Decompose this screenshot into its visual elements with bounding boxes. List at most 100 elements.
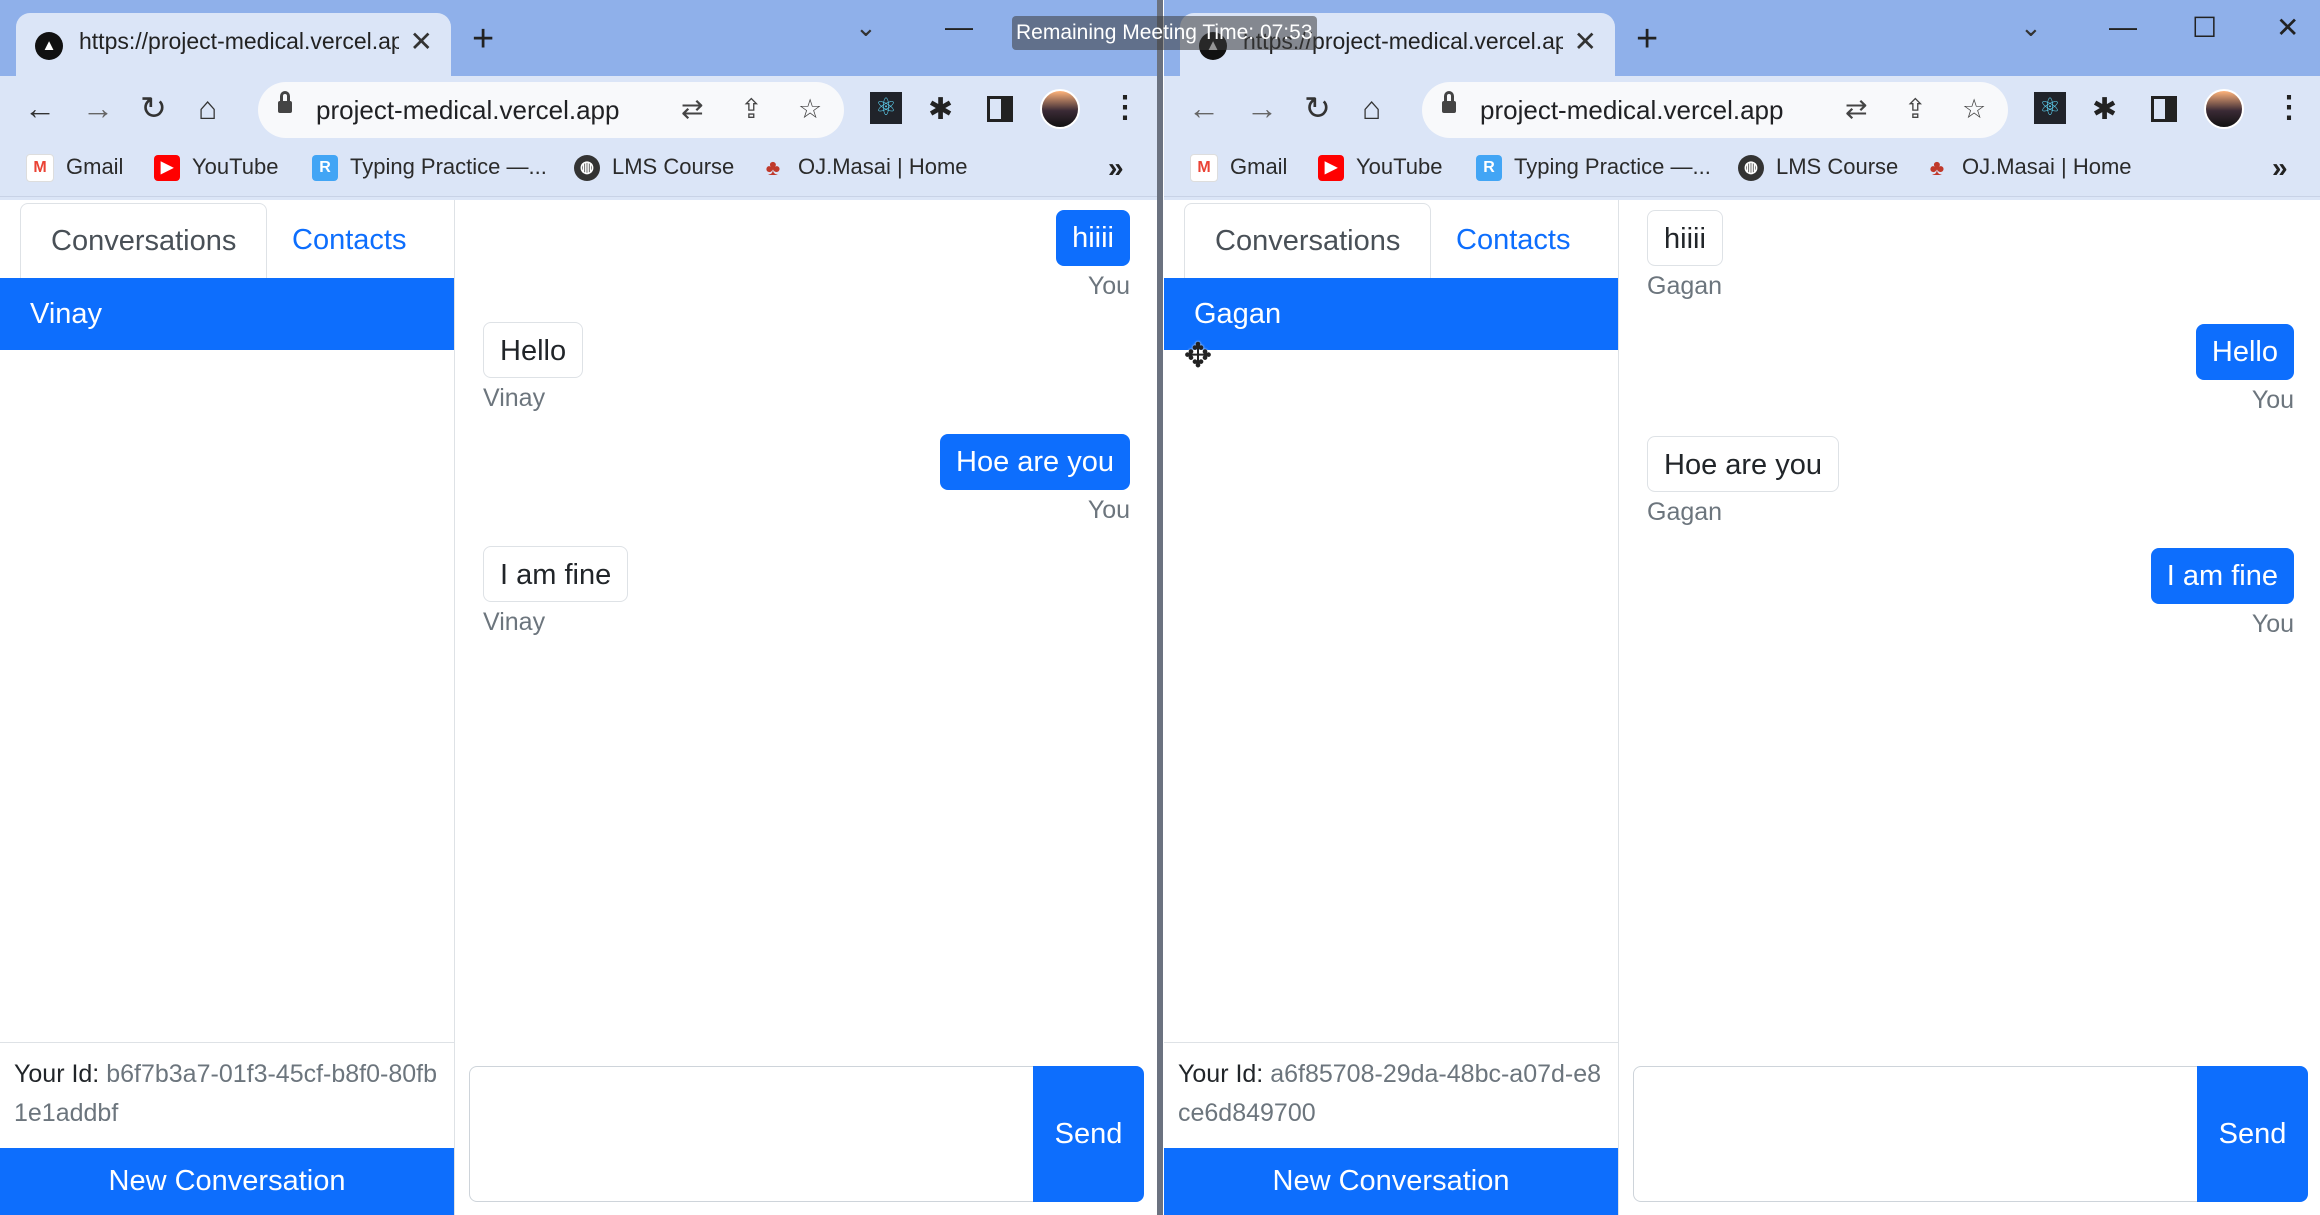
close-window-icon[interactable]: ✕: [2276, 11, 2299, 44]
back-icon[interactable]: ←: [1188, 90, 1220, 126]
browser-tab[interactable]: ▲ https://project-medical.vercel.app ✕: [16, 13, 451, 76]
message-row: Hello You: [2195, 324, 2294, 415]
window-divider: [1157, 0, 1163, 1215]
your-id-panel: Your Id: b6f7b3a7-01f3-45cf-b8f0-80fb1e1…: [0, 1042, 454, 1148]
new-tab-button[interactable]: +: [472, 20, 494, 58]
bookmark-youtube[interactable]: ▶ YouTube: [1318, 154, 1443, 182]
message-sender: You: [1087, 272, 1130, 300]
side-panel-icon[interactable]: [2151, 96, 2177, 122]
bookmark-gmail[interactable]: M Gmail: [1190, 154, 1288, 183]
tab-conversations[interactable]: Conversations: [20, 203, 268, 279]
home-icon[interactable]: ⌂: [198, 90, 217, 126]
sidebar: Conversations Contacts Vinay Your Id: b6…: [0, 200, 455, 1215]
bookmark-gmail[interactable]: M Gmail: [26, 154, 123, 183]
message-bubble: Hello: [2195, 324, 2294, 380]
message-bubble: Hoe are you: [940, 434, 1130, 490]
message-row: Hoe are you You: [940, 434, 1130, 525]
minimize-icon[interactable]: —: [945, 11, 973, 43]
bookmark-lms-course[interactable]: ◍ LMS Course: [574, 154, 734, 182]
reload-icon[interactable]: ↻: [140, 90, 167, 126]
browser-window-right: ▲ https://project-medical.vercel.app ✕ +…: [1164, 0, 2320, 1215]
message-bubble: Hoe are you: [1647, 436, 1839, 492]
tab-strip: ▲ https://project-medical.vercel.app ✕ +…: [0, 0, 1160, 76]
lock-icon: [278, 91, 292, 115]
minimize-icon[interactable]: —: [2109, 11, 2137, 43]
profile-avatar[interactable]: [1040, 89, 1080, 129]
close-tab-icon[interactable]: ✕: [410, 25, 433, 58]
compose-area: Send: [1633, 1066, 2308, 1202]
react-devtools-icon[interactable]: ⚛: [2034, 92, 2066, 124]
extensions-puzzle-icon[interactable]: ✱: [2092, 92, 2117, 127]
side-panel-icon[interactable]: [987, 96, 1013, 122]
globe-icon: ◍: [574, 155, 600, 182]
reload-icon[interactable]: ↻: [1304, 90, 1331, 126]
bookmark-typing-practice[interactable]: R Typing Practice —...: [1476, 154, 1711, 182]
home-icon[interactable]: ⌂: [1362, 90, 1381, 126]
bookmark-youtube[interactable]: ▶ YouTube: [154, 154, 278, 182]
message-bubble: Hello: [483, 322, 584, 378]
your-id-label: Your Id:: [14, 1060, 100, 1088]
bookmark-label: Typing Practice —...: [1514, 154, 1711, 179]
send-button[interactable]: Send: [2197, 1066, 2308, 1202]
message-sender: You: [2251, 386, 2294, 414]
address-bar[interactable]: project-medical.vercel.app ⇄ ⇪ ☆: [258, 82, 844, 138]
share-icon[interactable]: ⇪: [1904, 94, 1927, 125]
url-text: project-medical.vercel.app: [1480, 95, 1784, 125]
share-icon[interactable]: ⇪: [740, 94, 763, 125]
sidebar-tabs: Conversations Contacts: [1164, 200, 1618, 279]
browser-menu-icon[interactable]: ⋮: [2274, 90, 2304, 125]
tab-title: https://project-medical.vercel.app: [79, 28, 399, 54]
message-input[interactable]: [469, 1066, 1034, 1202]
address-bar[interactable]: project-medical.vercel.app ⇄ ⇪ ☆: [1422, 82, 2008, 138]
close-tab-icon[interactable]: ✕: [1574, 25, 1597, 58]
typing-practice-icon: R: [1476, 155, 1502, 182]
bookmark-oj-masai[interactable]: ♣ OJ.Masai | Home: [760, 154, 968, 181]
gmail-icon: M: [26, 154, 54, 183]
browser-toolbar: ← → ↻ ⌂ project-medical.vercel.app ⇄ ⇪ ☆…: [0, 76, 1160, 140]
message-sender: Vinay: [483, 384, 546, 412]
bookmark-oj-masai[interactable]: ♣ OJ.Masai | Home: [1924, 154, 2132, 181]
send-button[interactable]: Send: [1033, 1066, 1144, 1202]
move-cursor-icon: ✥: [1183, 337, 1213, 375]
profile-avatar[interactable]: [2204, 89, 2244, 129]
chat-app: Conversations Contacts Vinay Your Id: b6…: [0, 200, 1160, 1215]
tab-contacts[interactable]: Contacts: [262, 203, 436, 277]
message-bubble: hiiii: [1056, 210, 1130, 266]
conversation-item[interactable]: Gagan: [1164, 278, 1618, 350]
sidebar: Conversations Contacts Gagan Your Id: a6…: [1164, 200, 1619, 1215]
tab-conversations[interactable]: Conversations: [1184, 203, 1432, 279]
message-input[interactable]: [1633, 1066, 2198, 1202]
tab-search-icon[interactable]: ⌄: [855, 12, 877, 43]
message-sender: You: [1087, 496, 1130, 524]
forward-icon[interactable]: →: [1246, 90, 1278, 126]
bookmark-star-icon[interactable]: ☆: [1962, 94, 1986, 125]
bookmark-star-icon[interactable]: ☆: [798, 94, 822, 125]
new-tab-button[interactable]: +: [1636, 20, 1658, 58]
message-sender: Gagan: [1647, 272, 1723, 300]
bookmark-label: Gmail: [1230, 154, 1288, 179]
message-row: hiiii You: [1056, 210, 1130, 301]
forward-icon[interactable]: →: [82, 90, 114, 126]
bookmark-lms-course[interactable]: ◍ LMS Course: [1738, 154, 1898, 182]
bookmark-label: YouTube: [1356, 154, 1443, 179]
typing-practice-icon: R: [312, 155, 338, 182]
bookmark-typing-practice[interactable]: R Typing Practice —...: [312, 154, 547, 182]
youtube-icon: ▶: [1318, 155, 1344, 182]
conversation-item[interactable]: Vinay: [0, 278, 454, 350]
new-conversation-button[interactable]: New Conversation: [1164, 1148, 1618, 1215]
tab-search-icon[interactable]: ⌄: [2020, 12, 2042, 43]
more-bookmarks-icon[interactable]: »: [2272, 152, 2288, 184]
new-conversation-button[interactable]: New Conversation: [0, 1148, 454, 1215]
extensions-puzzle-icon[interactable]: ✱: [928, 92, 953, 127]
translate-icon[interactable]: ⇄: [681, 94, 704, 125]
back-icon[interactable]: ←: [24, 90, 56, 126]
maximize-icon[interactable]: ☐: [2192, 11, 2217, 44]
react-devtools-icon[interactable]: ⚛: [870, 92, 902, 124]
browser-menu-icon[interactable]: ⋮: [1110, 90, 1140, 125]
message-row: I am fine Vinay: [483, 546, 629, 637]
more-bookmarks-icon[interactable]: »: [1108, 152, 1124, 184]
tab-contacts[interactable]: Contacts: [1426, 203, 1600, 277]
translate-icon[interactable]: ⇄: [1845, 94, 1868, 125]
youtube-icon: ▶: [154, 155, 180, 182]
message-row: I am fine You: [2150, 548, 2294, 639]
